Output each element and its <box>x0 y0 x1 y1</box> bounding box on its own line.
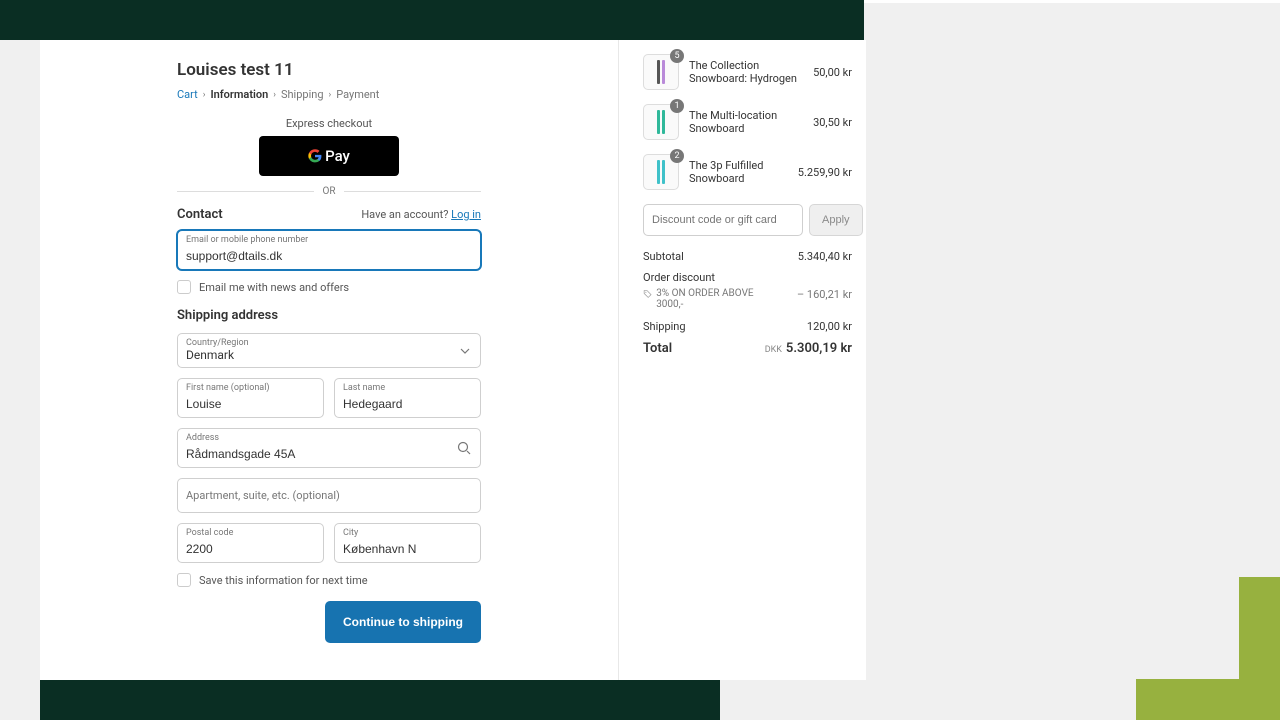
search-icon <box>456 440 472 456</box>
footer-dark-bar <box>40 680 720 720</box>
address-label: Address <box>186 433 472 443</box>
tag-icon <box>643 289 652 299</box>
city-field[interactable]: City <box>334 523 481 563</box>
email-input[interactable] <box>186 249 472 263</box>
line-item: 2 The 3p Fulfilled Snowboard 5.259,90 kr <box>643 154 852 190</box>
last-name-input[interactable] <box>343 397 472 411</box>
product-thumb: 2 <box>643 154 679 190</box>
gpay-label: Pay <box>325 147 350 165</box>
breadcrumb-cart[interactable]: Cart <box>177 88 198 101</box>
country-label: Country/Region <box>186 338 472 348</box>
checkout-form-column: Louises test 11 Cart › Information › Shi… <box>40 40 618 680</box>
breadcrumb-shipping: Shipping <box>281 88 324 101</box>
save-info-label: Save this information for next time <box>199 574 368 587</box>
subtotal-value: 5.340,40 kr <box>798 250 852 263</box>
qty-badge: 2 <box>670 149 684 163</box>
google-icon <box>308 149 322 163</box>
login-link[interactable]: Log in <box>451 208 481 221</box>
country-select[interactable]: Country/Region Denmark <box>177 333 481 368</box>
qty-badge: 5 <box>670 49 684 63</box>
chevron-right-icon: › <box>203 90 206 100</box>
city-input[interactable] <box>343 542 472 556</box>
postal-input[interactable] <box>186 542 315 556</box>
header-dark-bar <box>0 0 864 40</box>
first-name-label: First name (optional) <box>186 383 315 393</box>
subtotal-label: Subtotal <box>643 250 684 263</box>
country-value: Denmark <box>186 348 472 362</box>
breadcrumb: Cart › Information › Shipping › Payment <box>177 88 481 101</box>
accent-block <box>1136 679 1280 720</box>
postal-field[interactable]: Postal code <box>177 523 324 563</box>
discount-value: – 160,21 kr <box>797 288 852 301</box>
checkbox-icon[interactable] <box>177 573 191 587</box>
chevron-right-icon: › <box>273 90 276 100</box>
apply-button[interactable]: Apply <box>809 204 863 236</box>
shipping-value: 120,00 kr <box>807 320 852 333</box>
save-info-opt[interactable]: Save this information for next time <box>177 573 481 587</box>
address-input[interactable] <box>186 447 472 461</box>
shipping-label: Shipping <box>643 320 686 333</box>
shipping-heading: Shipping address <box>177 308 481 323</box>
first-name-field[interactable]: First name (optional) <box>177 378 324 418</box>
product-price: 50,00 kr <box>813 66 852 79</box>
gpay-button[interactable]: Pay <box>259 136 399 176</box>
product-name: The Multi-location Snowboard <box>689 109 803 135</box>
breadcrumb-information: Information <box>210 88 268 101</box>
product-thumb: 5 <box>643 54 679 90</box>
product-name: The Collection Snowboard: Hydrogen <box>689 59 803 85</box>
product-name: The 3p Fulfilled Snowboard <box>689 159 788 185</box>
order-summary-column: 5 The Collection Snowboard: Hydrogen 50,… <box>618 40 866 680</box>
discount-tag: 3% ON ORDER ABOVE 3000,- <box>643 288 773 310</box>
discount-input[interactable] <box>643 204 803 236</box>
news-opt-in[interactable]: Email me with news and offers <box>177 280 481 294</box>
postal-label: Postal code <box>186 528 315 538</box>
product-price: 5.259,90 kr <box>798 166 852 179</box>
email-label: Email or mobile phone number <box>186 235 472 245</box>
checkbox-icon[interactable] <box>177 280 191 294</box>
chevron-right-icon: › <box>329 90 332 100</box>
background-right <box>864 3 1280 720</box>
line-item: 1 The Multi-location Snowboard 30,50 kr <box>643 104 852 140</box>
total-label: Total <box>643 341 672 356</box>
checkout-card: Louises test 11 Cart › Information › Shi… <box>40 40 866 680</box>
city-label: City <box>343 528 472 538</box>
last-name-field[interactable]: Last name <box>334 378 481 418</box>
address-field[interactable]: Address <box>177 428 481 468</box>
product-price: 30,50 kr <box>813 116 852 129</box>
news-opt-label: Email me with news and offers <box>199 281 349 294</box>
or-label: OR <box>322 186 335 197</box>
breadcrumb-payment: Payment <box>336 88 379 101</box>
first-name-input[interactable] <box>186 397 315 411</box>
currency-code: DKK <box>765 345 782 355</box>
line-item: 5 The Collection Snowboard: Hydrogen 50,… <box>643 54 852 90</box>
accent-block <box>1239 577 1280 681</box>
order-discount-label: Order discount <box>643 271 715 284</box>
apartment-field[interactable]: Apartment, suite, etc. (optional) <box>177 478 481 513</box>
email-field[interactable]: Email or mobile phone number <box>177 230 481 270</box>
have-account-text: Have an account? Log in <box>361 208 481 221</box>
divider-or: OR <box>177 186 481 197</box>
qty-badge: 1 <box>670 99 684 113</box>
product-thumb: 1 <box>643 104 679 140</box>
store-title: Louises test 11 <box>177 60 481 80</box>
express-checkout-label: Express checkout <box>177 117 481 130</box>
continue-button[interactable]: Continue to shipping <box>325 601 481 643</box>
last-name-label: Last name <box>343 383 472 393</box>
contact-heading: Contact <box>177 207 223 222</box>
total-value: 5.300,19 kr <box>786 341 852 356</box>
